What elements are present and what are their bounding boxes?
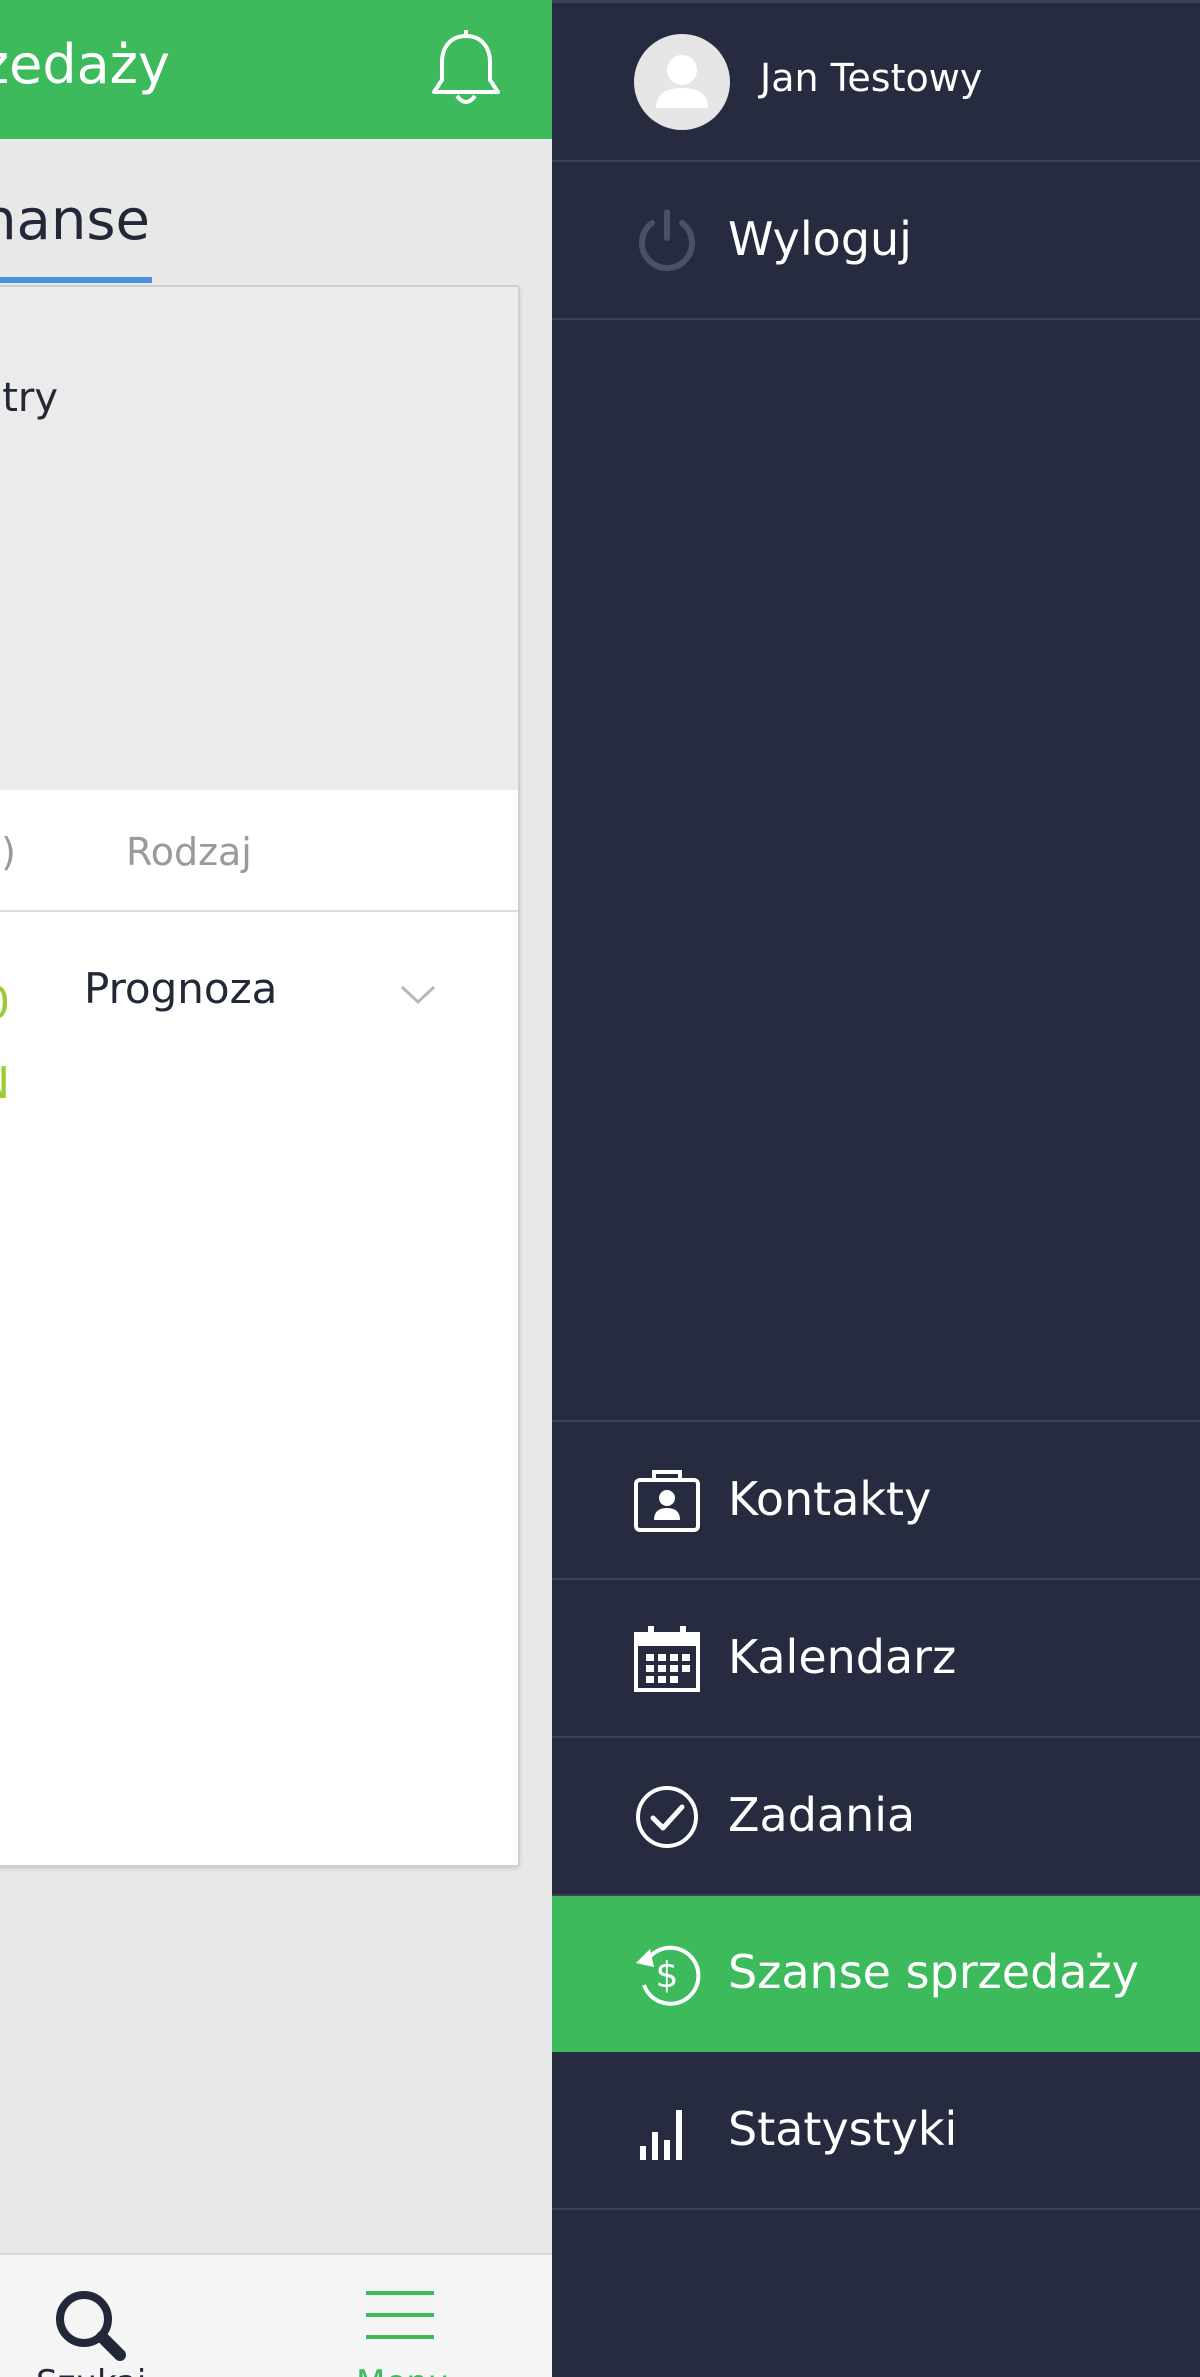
sidebar-item-label: Statystyki (728, 2102, 958, 2156)
menu-nav-label[interactable]: Menu (356, 2363, 449, 2377)
hamburger-icon[interactable] (360, 2285, 440, 2355)
main-page: zedaży hanse try N) Rodzaj 0 N Prognoza (0, 0, 552, 2377)
navigation-drawer: Jan Testowy Wyloguj Kontakty Kalendarz Z… (552, 0, 1200, 2377)
sidebar-item-label: Szanse sprzedaży (728, 1945, 1139, 1999)
sidebar-item-label: Kalendarz (728, 1630, 957, 1684)
filters-label[interactable]: try (2, 375, 58, 421)
logout-label: Wyloguj (728, 212, 912, 266)
logout-button[interactable]: Wyloguj (552, 162, 1200, 320)
table-header: N) Rodzaj (0, 790, 518, 912)
bell-icon[interactable] (428, 29, 504, 110)
sidebar-item-label: Kontakty (728, 1472, 932, 1526)
calendar-icon (632, 1624, 702, 1694)
column-header-value: N) (0, 830, 16, 874)
power-icon (632, 206, 702, 276)
sidebar-item-label: Zadania (728, 1788, 916, 1842)
svg-text:$: $ (656, 1955, 679, 1996)
row-type: Prognoza (84, 964, 278, 1013)
sidebar-item-calendar[interactable]: Kalendarz (552, 1580, 1200, 1738)
filter-panel: try (0, 287, 518, 790)
opportunities-card: try N) Rodzaj 0 N Prognoza 0 N Prognoza (0, 285, 520, 1867)
sidebar-item-statistics[interactable]: Statystyki (552, 2052, 1200, 2210)
sidebar-item-contacts[interactable]: Kontakty (552, 1422, 1200, 1580)
row-amount: 0 N (0, 964, 10, 1124)
app-header: zedaży (0, 0, 552, 139)
user-profile[interactable]: Jan Testowy (552, 0, 1200, 162)
sidebar-item-tasks[interactable]: Zadania (552, 1738, 1200, 1896)
user-name: Jan Testowy (760, 56, 983, 100)
check-circle-icon (632, 1782, 702, 1852)
page-title: zedaży (0, 33, 170, 96)
sidebar-item-opportunities[interactable]: $ Szanse sprzedaży (552, 1896, 1200, 2052)
bar-chart-icon (632, 2096, 702, 2166)
column-header-type: Rodzaj (126, 830, 252, 874)
chevron-down-icon[interactable] (398, 982, 438, 1008)
active-tab-indicator (0, 277, 152, 283)
tab-opportunities[interactable]: hanse (0, 186, 150, 256)
avatar-icon (634, 34, 730, 130)
bottom-navigation: Szukaj Menu (0, 2253, 552, 2377)
dollar-cycle-icon: $ (632, 1939, 702, 2009)
search-nav-label[interactable]: Szukaj (36, 2363, 146, 2377)
contact-card-icon (632, 1466, 702, 1536)
table-row[interactable]: 0 N Prognoza (0, 914, 518, 1865)
